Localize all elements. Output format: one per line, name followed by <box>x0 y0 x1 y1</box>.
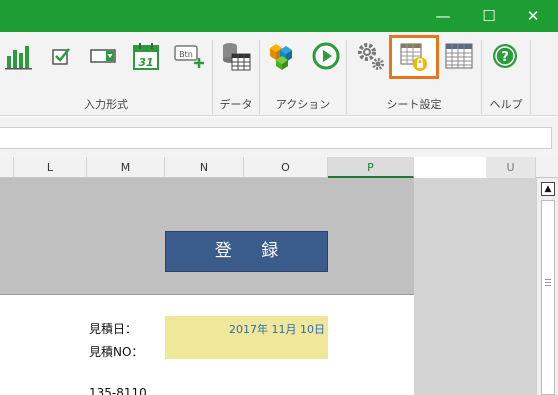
sheet-margin-area <box>414 178 536 395</box>
estimate-date-label: 見積日： <box>89 322 138 336</box>
button-control-icon: Btn <box>174 45 204 68</box>
ribbon: 31 Btn 入力形式 データ アクション シート設定 ? ヘルプ <box>0 32 558 116</box>
column-header-o[interactable]: O <box>244 157 328 178</box>
help-icon: ? <box>493 44 517 68</box>
formula-input[interactable] <box>0 127 552 149</box>
column-header-u[interactable]: U <box>486 157 536 178</box>
bar-chart-icon <box>5 46 32 70</box>
scroll-up-arrow-icon[interactable]: ▲ <box>541 182 555 196</box>
scroll-thumb[interactable] <box>541 200 555 395</box>
sheet-lock-button[interactable] <box>389 35 439 79</box>
column-header-p[interactable]: P <box>328 157 414 178</box>
sheet-lock-icon <box>400 43 427 71</box>
calendar-day-text: 31 <box>138 56 153 69</box>
grip-line <box>545 285 551 286</box>
group-label-help: ヘルプ <box>489 98 523 111</box>
grid-table-button[interactable] <box>442 38 476 74</box>
column-header-m[interactable]: M <box>87 157 165 178</box>
settings-gears-icon <box>358 43 384 70</box>
grid-table-icon <box>445 43 473 69</box>
calendar-button[interactable]: 31 <box>129 38 163 74</box>
column-header-l[interactable]: L <box>14 157 87 178</box>
button-control-button[interactable]: Btn <box>172 38 206 74</box>
grip-line <box>545 279 551 280</box>
calendar-icon: 31 <box>133 43 159 70</box>
blocks-icon <box>270 44 292 70</box>
column-header-gap <box>414 157 486 178</box>
dropdown-button[interactable] <box>86 38 120 74</box>
column-headers: L M N O P U <box>0 157 558 178</box>
checkbox-icon <box>52 48 70 65</box>
estimate-no-label: 見積NO： <box>89 345 144 359</box>
postal-code: 135-8110 <box>89 386 147 395</box>
title-bar: — ☐ ✕ <box>0 0 558 32</box>
help-button[interactable]: ? <box>488 38 522 74</box>
database-button[interactable] <box>219 38 253 74</box>
minimize-button[interactable]: — <box>424 0 462 32</box>
bar-chart-button[interactable] <box>2 38 36 74</box>
blocks-button[interactable] <box>265 38 299 74</box>
group-label-action: アクション <box>275 98 331 111</box>
column-header-partial[interactable] <box>0 157 14 178</box>
group-label-input-format: 入力形式 <box>84 98 128 111</box>
maximize-button[interactable]: ☐ <box>470 0 508 32</box>
formula-bar-area <box>0 117 558 157</box>
app-window: — ☐ ✕ 31 Btn 入力形式 データ アクション シート設定 ? ヘルプ … <box>0 0 558 395</box>
estimate-date-value: 2017年 11月 10日 <box>229 323 325 336</box>
dropdown-icon <box>90 49 116 63</box>
group-label-sheet-settings: シート設定 <box>386 98 442 111</box>
play-icon <box>312 42 340 70</box>
settings-button[interactable] <box>354 38 388 74</box>
group-label-data: データ <box>219 98 253 111</box>
group-divider <box>530 40 531 114</box>
register-button[interactable]: 登 録 <box>165 231 328 272</box>
close-button[interactable]: ✕ <box>514 0 552 32</box>
help-glyph: ? <box>501 50 509 65</box>
grip-line <box>545 282 551 283</box>
column-header-n[interactable]: N <box>165 157 244 178</box>
button-control-text: Btn <box>179 50 193 59</box>
checkbox-button[interactable] <box>44 38 78 74</box>
database-table-icon <box>223 43 251 71</box>
vertical-scrollbar[interactable]: ▲ <box>536 178 558 395</box>
play-button[interactable] <box>309 38 343 74</box>
